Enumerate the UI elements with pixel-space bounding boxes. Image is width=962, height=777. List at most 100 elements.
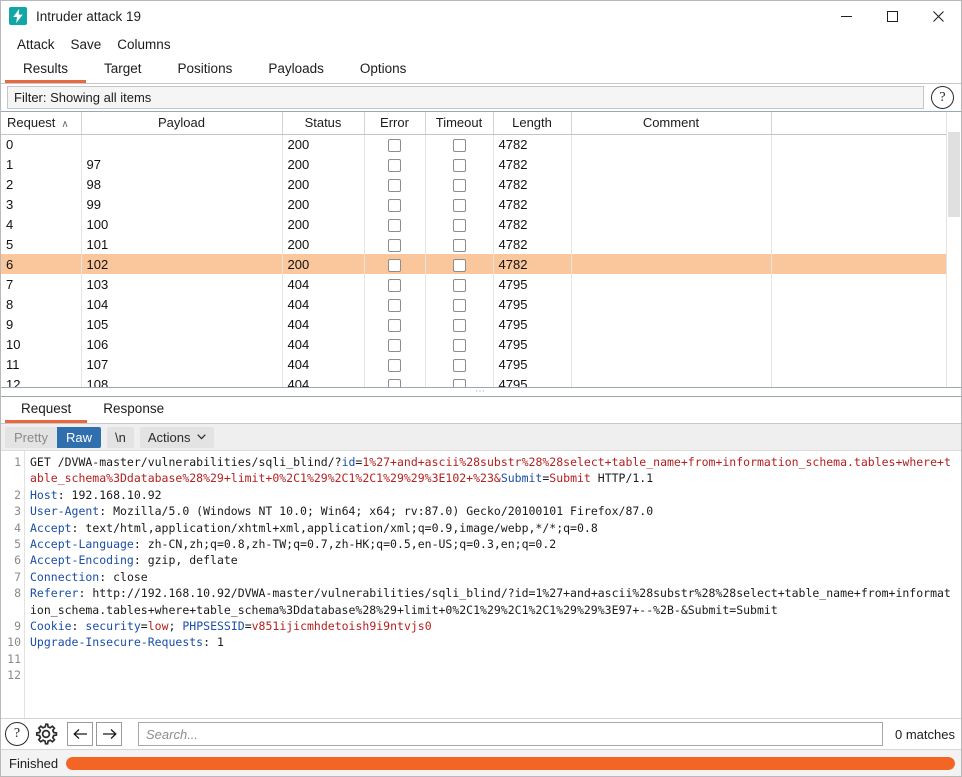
request-editor[interactable]: 1 2 345 67 8 9 10 11 12 GET /DVWA-master/vulne… (1, 451, 961, 718)
checkbox-icon[interactable] (388, 218, 401, 232)
tab-positions[interactable]: Positions (160, 56, 251, 83)
gear-icon[interactable] (33, 721, 59, 747)
table-row[interactable]: 6 102 200 4782 (1, 254, 949, 274)
cell-error[interactable] (364, 274, 426, 294)
cell-error[interactable] (364, 214, 426, 234)
cell-timeout[interactable] (425, 294, 494, 314)
table-row[interactable]: 12 108 404 4795 (1, 374, 949, 387)
cell-error[interactable] (364, 294, 426, 314)
cell-timeout[interactable] (425, 354, 494, 374)
close-button[interactable] (915, 1, 961, 32)
table-row[interactable]: 7 103 404 4795 (1, 274, 949, 294)
request-code[interactable]: GET /DVWA-master/vulnerabilities/sqli_bl… (25, 451, 961, 718)
help-icon[interactable]: ? (5, 722, 29, 746)
cell-error[interactable] (364, 254, 426, 274)
checkbox-icon[interactable] (388, 238, 401, 252)
table-row[interactable]: 1 97 200 4782 (1, 154, 949, 174)
tab-request[interactable]: Request (5, 397, 88, 423)
results-table-scrollbar[interactable] (946, 112, 961, 387)
pretty-button[interactable]: Pretty (5, 426, 57, 448)
cell-timeout[interactable] (425, 214, 494, 234)
actions-button[interactable]: Actions (139, 426, 215, 448)
search-input[interactable]: Search... (138, 722, 884, 746)
find-next-button[interactable] (96, 722, 122, 746)
results-table-scrollbar-thumb[interactable] (948, 132, 960, 217)
table-row[interactable]: 9 105 404 4795 (1, 314, 949, 334)
cell-timeout[interactable] (425, 174, 494, 194)
checkbox-icon[interactable] (388, 358, 401, 372)
cell-timeout[interactable] (425, 274, 494, 294)
checkbox-icon[interactable] (452, 358, 466, 372)
checkbox-icon[interactable] (452, 218, 466, 232)
tab-options[interactable]: Options (342, 56, 425, 83)
column-header-length[interactable]: Length (493, 112, 572, 135)
checkbox-icon[interactable] (388, 318, 401, 332)
cell-error[interactable] (364, 314, 426, 334)
checkbox-icon[interactable] (388, 258, 401, 272)
checkbox-icon[interactable] (452, 138, 466, 152)
filter-help-icon[interactable]: ? (931, 86, 954, 109)
raw-button[interactable]: Raw (56, 426, 101, 448)
cell-timeout[interactable] (425, 254, 494, 274)
cell-timeout[interactable] (425, 374, 494, 387)
cell-timeout[interactable] (425, 154, 494, 174)
tab-response[interactable]: Response (87, 397, 180, 423)
column-header-request[interactable]: Request ∧ (1, 112, 82, 135)
checkbox-icon[interactable] (388, 178, 401, 192)
cell-timeout[interactable] (425, 314, 494, 334)
cell-error[interactable] (364, 174, 426, 194)
checkbox-icon[interactable] (388, 378, 401, 387)
checkbox-icon[interactable] (452, 158, 466, 172)
column-header-timeout[interactable]: Timeout (425, 112, 494, 135)
panel-splitter[interactable]: ⋯ (1, 387, 961, 397)
newline-toggle-button[interactable]: \n (106, 426, 134, 448)
checkbox-icon[interactable] (388, 138, 401, 152)
checkbox-icon[interactable] (388, 198, 401, 212)
checkbox-icon[interactable] (452, 298, 466, 312)
tab-target[interactable]: Target (86, 56, 160, 83)
checkbox-icon[interactable] (388, 158, 401, 172)
table-row[interactable]: 2 98 200 4782 (1, 174, 949, 194)
filter-bar[interactable]: Filter: Showing all items (7, 86, 924, 109)
tab-results[interactable]: Results (5, 56, 87, 83)
column-header-error[interactable]: Error (364, 112, 426, 135)
checkbox-icon[interactable] (452, 198, 466, 212)
column-header-payload[interactable]: Payload (81, 112, 283, 135)
maximize-button[interactable] (869, 1, 915, 32)
table-row[interactable]: 5 101 200 4782 (1, 234, 949, 254)
checkbox-icon[interactable] (388, 338, 401, 352)
checkbox-icon[interactable] (452, 178, 466, 192)
find-previous-button[interactable] (67, 722, 93, 746)
checkbox-icon[interactable] (388, 298, 401, 312)
cell-timeout[interactable] (425, 194, 494, 214)
cell-error[interactable] (364, 234, 426, 254)
checkbox-icon[interactable] (452, 338, 466, 352)
table-row[interactable]: 10 106 404 4795 (1, 334, 949, 354)
checkbox-icon[interactable] (452, 258, 466, 272)
table-row[interactable]: 8 104 404 4795 (1, 294, 949, 314)
checkbox-icon[interactable] (452, 318, 466, 332)
table-row[interactable]: 3 99 200 4782 (1, 194, 949, 214)
table-row[interactable]: 0 200 4782 (1, 134, 949, 154)
cell-error[interactable] (364, 374, 426, 387)
menu-attack[interactable]: Attack (9, 35, 63, 54)
table-row[interactable]: 11 107 404 4795 (1, 354, 949, 374)
tab-payloads[interactable]: Payloads (250, 56, 342, 83)
menu-columns[interactable]: Columns (109, 35, 178, 54)
column-header-comment[interactable]: Comment (571, 112, 772, 135)
cell-timeout[interactable] (425, 234, 494, 254)
checkbox-icon[interactable] (452, 238, 466, 252)
cell-error[interactable] (364, 194, 426, 214)
column-header-status[interactable]: Status (282, 112, 365, 135)
cell-error[interactable] (364, 154, 426, 174)
minimize-button[interactable] (823, 1, 869, 32)
table-row[interactable]: 4 100 200 4782 (1, 214, 949, 234)
checkbox-icon[interactable] (452, 278, 466, 292)
cell-error[interactable] (364, 354, 426, 374)
cell-timeout[interactable] (425, 334, 494, 354)
cell-error[interactable] (364, 334, 426, 354)
cell-error[interactable] (364, 134, 426, 154)
cell-timeout[interactable] (425, 134, 494, 154)
menu-save[interactable]: Save (63, 35, 110, 54)
checkbox-icon[interactable] (388, 278, 401, 292)
